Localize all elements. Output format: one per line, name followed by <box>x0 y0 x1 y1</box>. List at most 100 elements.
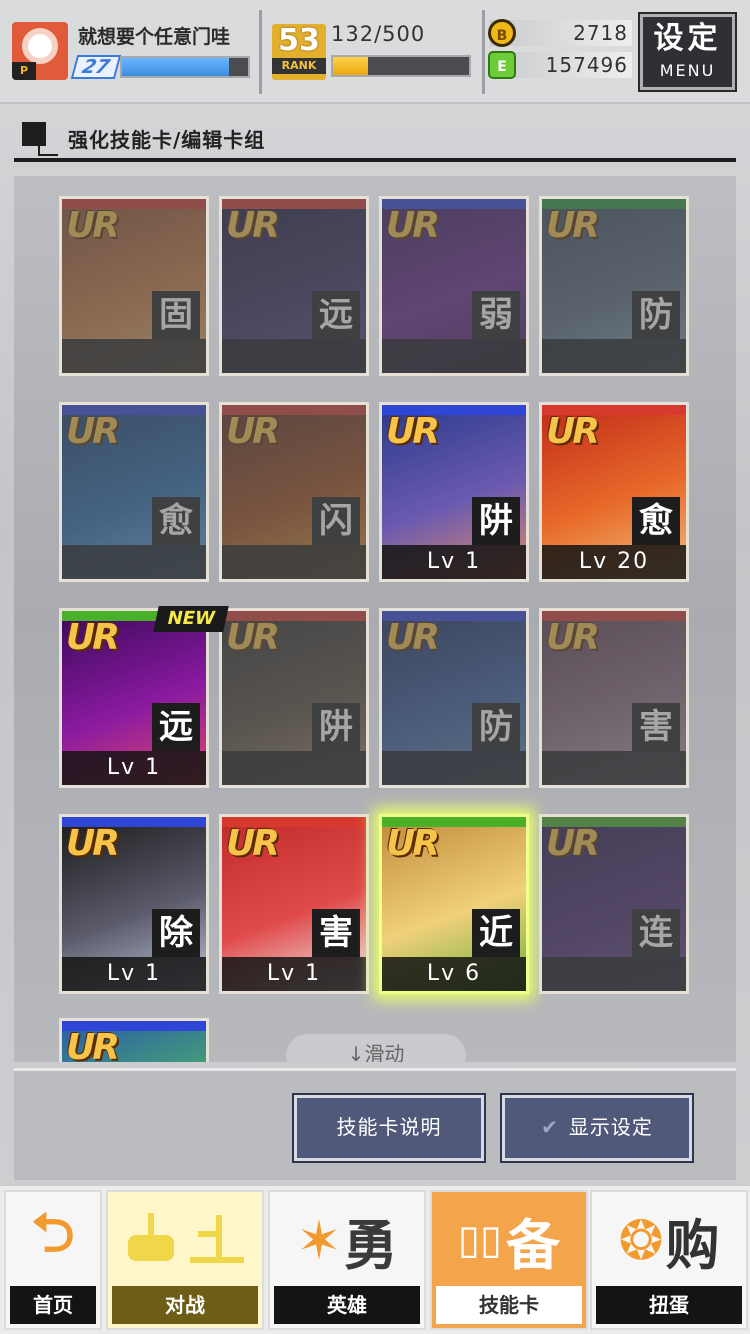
hero-icon: ✶ 勇 <box>270 1192 424 1288</box>
coin-icon: B <box>488 19 516 47</box>
skill-card[interactable]: UR <box>59 1018 209 1062</box>
card-level: Lv 20 <box>542 545 686 579</box>
skill-card[interactable]: UR 闪 <box>219 402 369 582</box>
card-level: Lv 1 <box>222 957 366 991</box>
card-rarity: UR <box>546 205 600 246</box>
card-rarity: UR <box>66 617 120 658</box>
card-art <box>222 611 366 785</box>
skill-card[interactable]: UR 阱 <box>219 608 369 788</box>
nav-skill-card[interactable]: ▯▯ 备 技能卡 <box>430 1190 588 1330</box>
nav-gacha[interactable]: ❂ 购 扭蛋 <box>590 1190 748 1330</box>
card-rarity: UR <box>226 411 280 452</box>
card-level <box>222 339 366 373</box>
skill-card[interactable]: UR 阱 Lv 1 <box>379 402 529 582</box>
card-rarity: UR <box>386 205 440 246</box>
player-name: 就想要个任意门哇 <box>78 26 231 48</box>
card-color-bar <box>542 611 686 621</box>
card-type: 防 <box>472 703 520 751</box>
player-level-badge: 27 <box>70 55 122 79</box>
card-art <box>62 199 206 373</box>
skill-card[interactable]: UR 害 <box>539 608 689 788</box>
card-type: 愈 <box>632 497 680 545</box>
skill-card[interactable]: UR 愈 <box>59 402 209 582</box>
skill-card-icon: ▯▯ 备 <box>432 1192 586 1288</box>
nav-home[interactable]: ⮌ 首页 <box>4 1190 102 1330</box>
nav-hero[interactable]: ✶ 勇 英雄 <box>268 1190 426 1330</box>
skill-card[interactable]: UR 近 Lv 6 <box>379 814 529 994</box>
card-rarity: UR <box>66 823 120 864</box>
bottom-nav: ⮌ 首页 对战 ✶ 勇 英雄 ▯▯ 备 技能卡 ❂ 购 扭蛋 <box>0 1186 750 1334</box>
cards-icon: ▯▯ <box>457 1217 503 1263</box>
skill-card[interactable]: UR 远 <box>219 196 369 376</box>
card-rarity: UR <box>66 1027 120 1062</box>
skill-card-help-button[interactable]: 技能卡说明 <box>292 1093 486 1163</box>
page-title: 强化技能卡/编辑卡组 <box>68 128 266 152</box>
star-figure-icon: ✶ <box>296 1208 342 1272</box>
card-grid-panel[interactable]: UR 固 UR 远 UR 弱 UR 防 UR 愈 UR 闪 UR 阱 Lv 1 UR 愈 Lv 20 UR 远 Lv 1… <box>14 176 736 1062</box>
card-rarity: UR <box>546 411 600 452</box>
skill-card[interactable]: UR 远 Lv 1 <box>59 608 209 788</box>
card-level: Lv 1 <box>62 751 206 785</box>
card-color-bar <box>222 405 366 415</box>
gem-value: 157496 <box>545 53 628 77</box>
rank-badge: 53 RANK <box>272 24 326 80</box>
scroll-hint[interactable]: ↓滑动 <box>286 1034 466 1062</box>
gamepad-icon <box>108 1192 262 1288</box>
gem-icon: E <box>488 51 516 79</box>
nav-hero-label: 英雄 <box>274 1286 420 1324</box>
card-rarity: UR <box>546 617 600 658</box>
skill-card[interactable]: UR 弱 <box>379 196 529 376</box>
player-avatar[interactable]: P <box>12 22 68 80</box>
nav-skill-label: 技能卡 <box>436 1286 582 1324</box>
capsule-icon: ❂ <box>618 1208 664 1272</box>
card-type: 远 <box>312 291 360 339</box>
stamina-bar-fill <box>333 57 369 75</box>
card-color-bar <box>542 817 686 827</box>
gem-counter: E 157496 <box>488 51 632 79</box>
coin-value: 2718 <box>573 21 628 45</box>
card-rarity: UR <box>386 617 440 658</box>
menu-button[interactable]: 设定 MENU <box>638 12 737 92</box>
divider <box>259 10 262 94</box>
card-art <box>542 199 686 373</box>
card-art <box>62 405 206 579</box>
skill-card[interactable]: UR 愈 Lv 20 <box>539 402 689 582</box>
skill-card-help-label: 技能卡说明 <box>336 1115 442 1139</box>
skill-card[interactable]: UR 防 <box>539 196 689 376</box>
nav-battle-label: 对战 <box>112 1286 258 1324</box>
card-color-bar <box>382 611 526 621</box>
card-rarity: UR <box>66 411 120 452</box>
card-type: 除 <box>152 909 200 957</box>
card-level: Lv 1 <box>62 957 206 991</box>
hero-glyph: 勇 <box>343 1213 398 1277</box>
exp-bar <box>120 56 250 78</box>
game-screen: P 就想要个任意门哇 27 53 RANK 132/500 B 2718 E 1… <box>0 0 750 1334</box>
card-rarity: UR <box>226 823 280 864</box>
display-settings-button[interactable]: ✔ 显示设定 <box>500 1093 694 1163</box>
skill-card[interactable]: UR 除 Lv 1 <box>59 814 209 994</box>
card-level <box>542 339 686 373</box>
card-type: 远 <box>152 703 200 751</box>
gamepad-svg <box>128 1213 244 1263</box>
skill-card[interactable]: UR 连 <box>539 814 689 994</box>
nav-battle[interactable]: 对战 <box>106 1190 264 1330</box>
card-level <box>62 545 206 579</box>
avatar-face-icon <box>22 28 58 64</box>
card-type: 阱 <box>312 703 360 751</box>
skill-card[interactable]: UR 固 <box>59 196 209 376</box>
check-icon: ✔ <box>541 1115 559 1139</box>
rank-label: RANK <box>272 58 326 74</box>
skill-card[interactable]: UR 防 <box>379 608 529 788</box>
card-art <box>222 405 366 579</box>
card-type: 闪 <box>312 497 360 545</box>
skill-card[interactable]: UR 害 Lv 1 <box>219 814 369 994</box>
card-type: 阱 <box>472 497 520 545</box>
card-level: Lv 6 <box>382 957 526 991</box>
rank-value: 53 <box>278 24 320 58</box>
avatar-tag: P <box>12 62 36 80</box>
card-color-bar <box>222 611 366 621</box>
card-level <box>222 751 366 785</box>
stamina-bar <box>331 55 471 77</box>
card-type: 害 <box>312 909 360 957</box>
card-level <box>382 751 526 785</box>
